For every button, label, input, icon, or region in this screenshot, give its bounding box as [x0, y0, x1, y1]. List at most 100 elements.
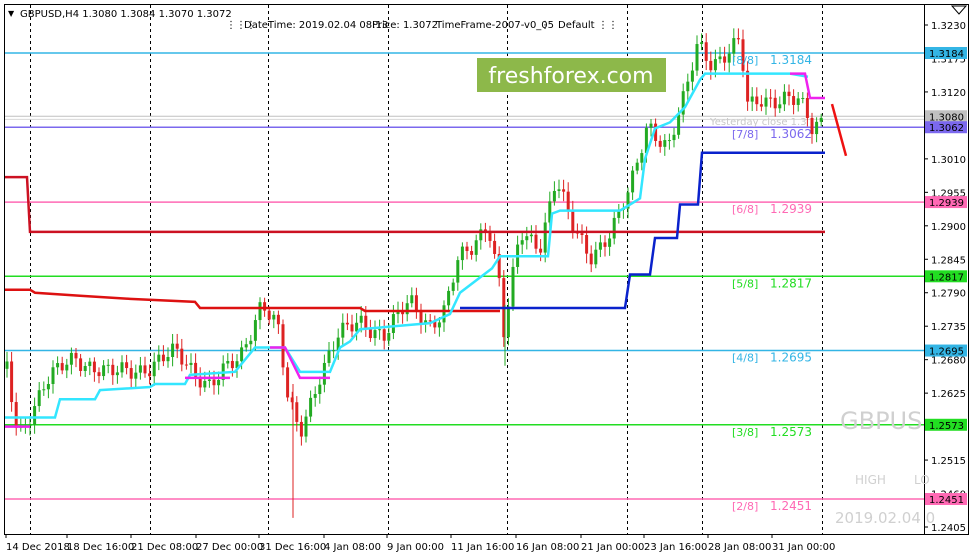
- candle-body: [217, 379, 221, 386]
- candle-body: [677, 114, 681, 135]
- candle-body: [801, 97, 805, 99]
- candle-body: [769, 97, 773, 99]
- candle-body: [736, 38, 740, 40]
- candle-body: [493, 240, 497, 254]
- watermark-symbol: GBPUS: [840, 407, 922, 435]
- candle-body: [437, 322, 441, 328]
- candle-body: [230, 360, 234, 369]
- candle-body: [750, 96, 754, 102]
- candle-body: [640, 153, 644, 163]
- candle-body: [447, 290, 451, 306]
- candle-body: [727, 53, 731, 63]
- price-tick-label: 1.2845: [931, 255, 966, 266]
- magenta-trend-line: [270, 346, 330, 380]
- candle-body: [746, 70, 750, 102]
- forecast-arrow: [830, 103, 848, 157]
- candle-body: [272, 314, 276, 320]
- candle-body: [88, 361, 92, 367]
- candle-body: [304, 416, 308, 437]
- candle-body: [240, 347, 244, 362]
- collapse-indicator[interactable]: ▼: [8, 9, 15, 18]
- time-tick-label: 16 Jan 08:00: [516, 542, 579, 553]
- price-tick-label: 1.2900: [931, 222, 966, 233]
- murrey-level-tag: [7/8]: [732, 128, 758, 141]
- candle-body: [414, 295, 418, 311]
- candle-body: [10, 361, 14, 403]
- candle-body: [244, 344, 248, 348]
- candle-body: [69, 352, 73, 365]
- candle-body: [46, 384, 50, 390]
- time-tick-label: 28 Jan 08:00: [708, 542, 771, 553]
- timeframe-info: TimeFrame-2007-v0_05: [435, 20, 554, 31]
- candle-body: [456, 260, 460, 283]
- candle-body: [695, 44, 699, 71]
- default-info: Default: [558, 20, 595, 31]
- price-level-badge-label: 1.2451: [929, 495, 964, 506]
- price-chart[interactable]: [8/8] 1.3184 [7/8] 1.3062 [6/8] 1.2939 [5/8] 1.…: [0, 0, 970, 558]
- candle-body: [111, 364, 115, 376]
- plot-area-border: [4, 4, 925, 535]
- candle-body: [566, 191, 570, 211]
- chart-window[interactable]: [8/8] 1.3184 [7/8] 1.3062 [6/8] 1.2939 [5/8] 1.…: [0, 0, 970, 558]
- candle-body: [631, 170, 635, 193]
- candle-body: [525, 236, 529, 241]
- candle-body: [419, 310, 423, 324]
- candle-body: [373, 330, 377, 339]
- candle-body: [226, 360, 230, 364]
- chevron-down-icon[interactable]: [950, 5, 968, 15]
- candle-body: [387, 333, 391, 341]
- time-tick-label: 23 Jan 16:00: [644, 542, 707, 553]
- price-level-badge-label: 1.2695: [929, 347, 964, 358]
- candle-body: [368, 329, 372, 339]
- candle-body: [322, 362, 326, 385]
- candle-body: [267, 310, 271, 320]
- candle-body: [759, 104, 763, 107]
- candle-body: [732, 38, 736, 54]
- candle-body: [286, 367, 290, 398]
- candle-body: [594, 249, 598, 265]
- candle-body: [299, 421, 303, 437]
- price-tick-label: 1.2790: [931, 289, 966, 300]
- candle-body: [378, 329, 382, 331]
- time-tick-label: 14 Dec 2018: [6, 542, 70, 553]
- candle-body: [782, 91, 786, 105]
- candle-body: [138, 365, 142, 373]
- murrey-level-tag: [3/8]: [732, 426, 758, 439]
- candle-body: [718, 56, 722, 60]
- candle-body: [37, 390, 41, 407]
- candle-body: [359, 315, 363, 323]
- watermark-high: HIGH: [855, 473, 886, 487]
- candle-body: [465, 246, 469, 252]
- candle-body: [557, 189, 561, 191]
- candle-body: [345, 322, 349, 325]
- price-level-badge-label: 1.2939: [929, 198, 964, 209]
- murrey-level-tag: [2/8]: [732, 500, 758, 513]
- candle-body: [56, 363, 60, 368]
- price-tick-label: 1.2735: [931, 322, 966, 333]
- candle-body: [612, 217, 616, 239]
- candle-body: [189, 362, 193, 365]
- candle-body: [709, 60, 713, 71]
- candle-body: [120, 362, 124, 373]
- candle-body: [152, 361, 156, 377]
- murrey-level-value: 1.3062: [770, 127, 812, 141]
- candle-body: [263, 302, 267, 311]
- candle-body: [700, 42, 704, 45]
- price-tick-label: 1.2625: [931, 389, 966, 400]
- candle-body: [723, 56, 727, 63]
- time-tick-label: 4 Jan 08:00: [324, 542, 381, 553]
- candle-body: [391, 314, 395, 334]
- murrey-level-value: 1.2573: [770, 425, 812, 439]
- candle-body: [562, 189, 566, 192]
- candle-body: [815, 121, 819, 135]
- candle-body: [805, 97, 809, 118]
- candle-body: [203, 380, 207, 388]
- yesterday-close-label: Yesterday close 1.3: [709, 117, 807, 128]
- candle-body: [764, 97, 768, 107]
- candle-body: [686, 81, 690, 92]
- candle-body: [470, 251, 474, 255]
- candle-body: [125, 362, 129, 369]
- candle-body: [603, 242, 607, 247]
- candle-body: [313, 394, 317, 398]
- watermark-low: LO: [914, 473, 930, 487]
